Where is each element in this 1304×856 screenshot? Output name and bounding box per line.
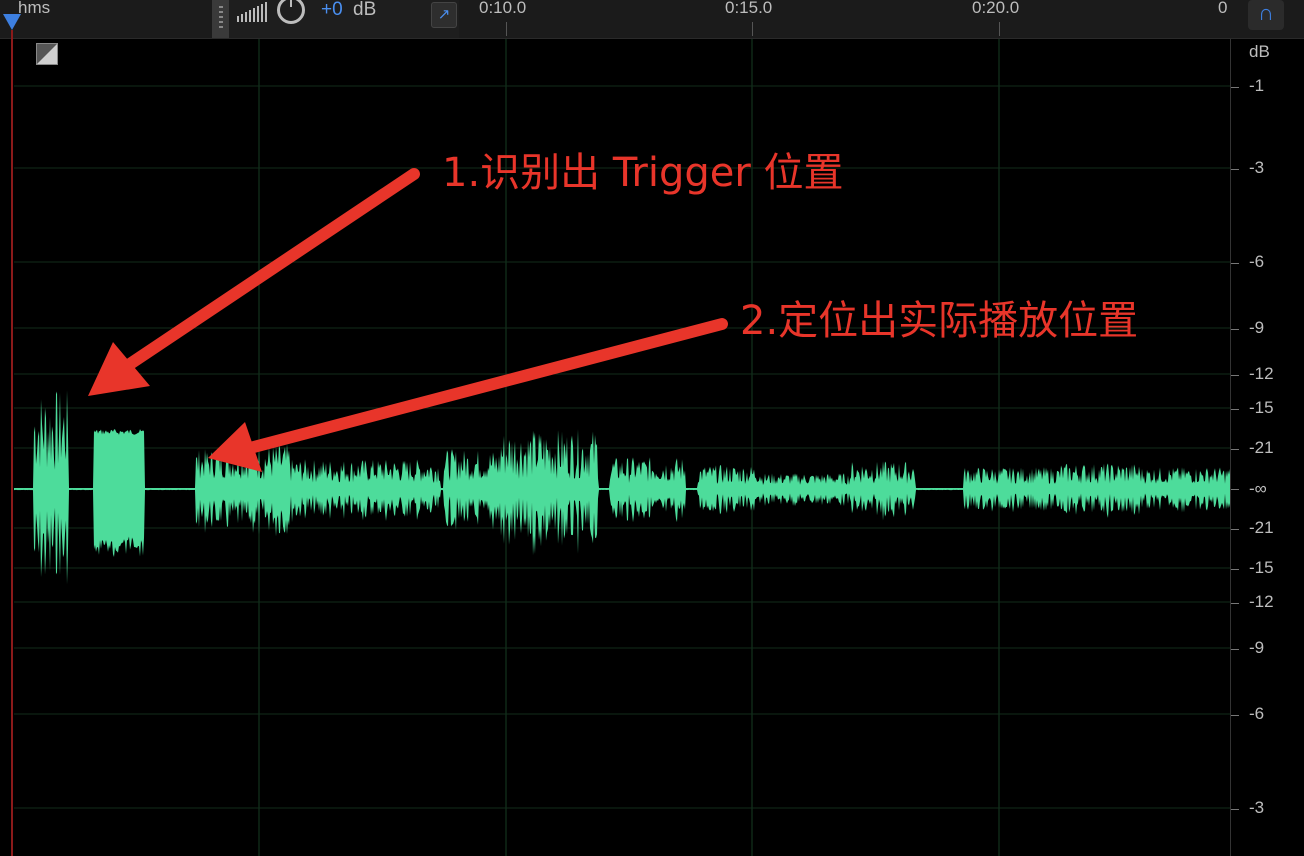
waveform-canvas <box>14 39 1230 856</box>
annotation-playback-label: 2.定位出实际播放位置 <box>740 298 1139 344</box>
waveform-shape <box>14 390 1230 585</box>
db-scale[interactable]: dB -1 -3 -6 -9 -12 -15 -21 -∞ -21 -15 -1… <box>1230 39 1304 856</box>
db-scale-label: -15 <box>1249 398 1274 417</box>
db-scale-label: -3 <box>1249 158 1265 177</box>
db-scale-label: -12 <box>1249 364 1274 383</box>
db-scale-label: -21 <box>1249 438 1274 457</box>
db-scale-label: dB <box>1249 42 1270 61</box>
annotation-trigger-label: 1.识别出 Trigger 位置 <box>442 150 844 196</box>
annotation-arrow-1 <box>88 168 420 396</box>
db-scale-label: -21 <box>1249 518 1274 537</box>
db-scale-label: -∞ <box>1249 479 1267 498</box>
waveform <box>14 390 1230 585</box>
db-scale-label: -6 <box>1249 704 1265 723</box>
db-scale-label: -9 <box>1249 318 1265 337</box>
db-scale-label: -9 <box>1249 638 1265 657</box>
db-scale-label: -1 <box>1249 76 1265 95</box>
db-scale-label: -3 <box>1249 798 1265 817</box>
db-scale-label: -6 <box>1249 252 1265 271</box>
db-scale-label: -12 <box>1249 592 1274 611</box>
db-scale-label: -15 <box>1249 558 1274 577</box>
